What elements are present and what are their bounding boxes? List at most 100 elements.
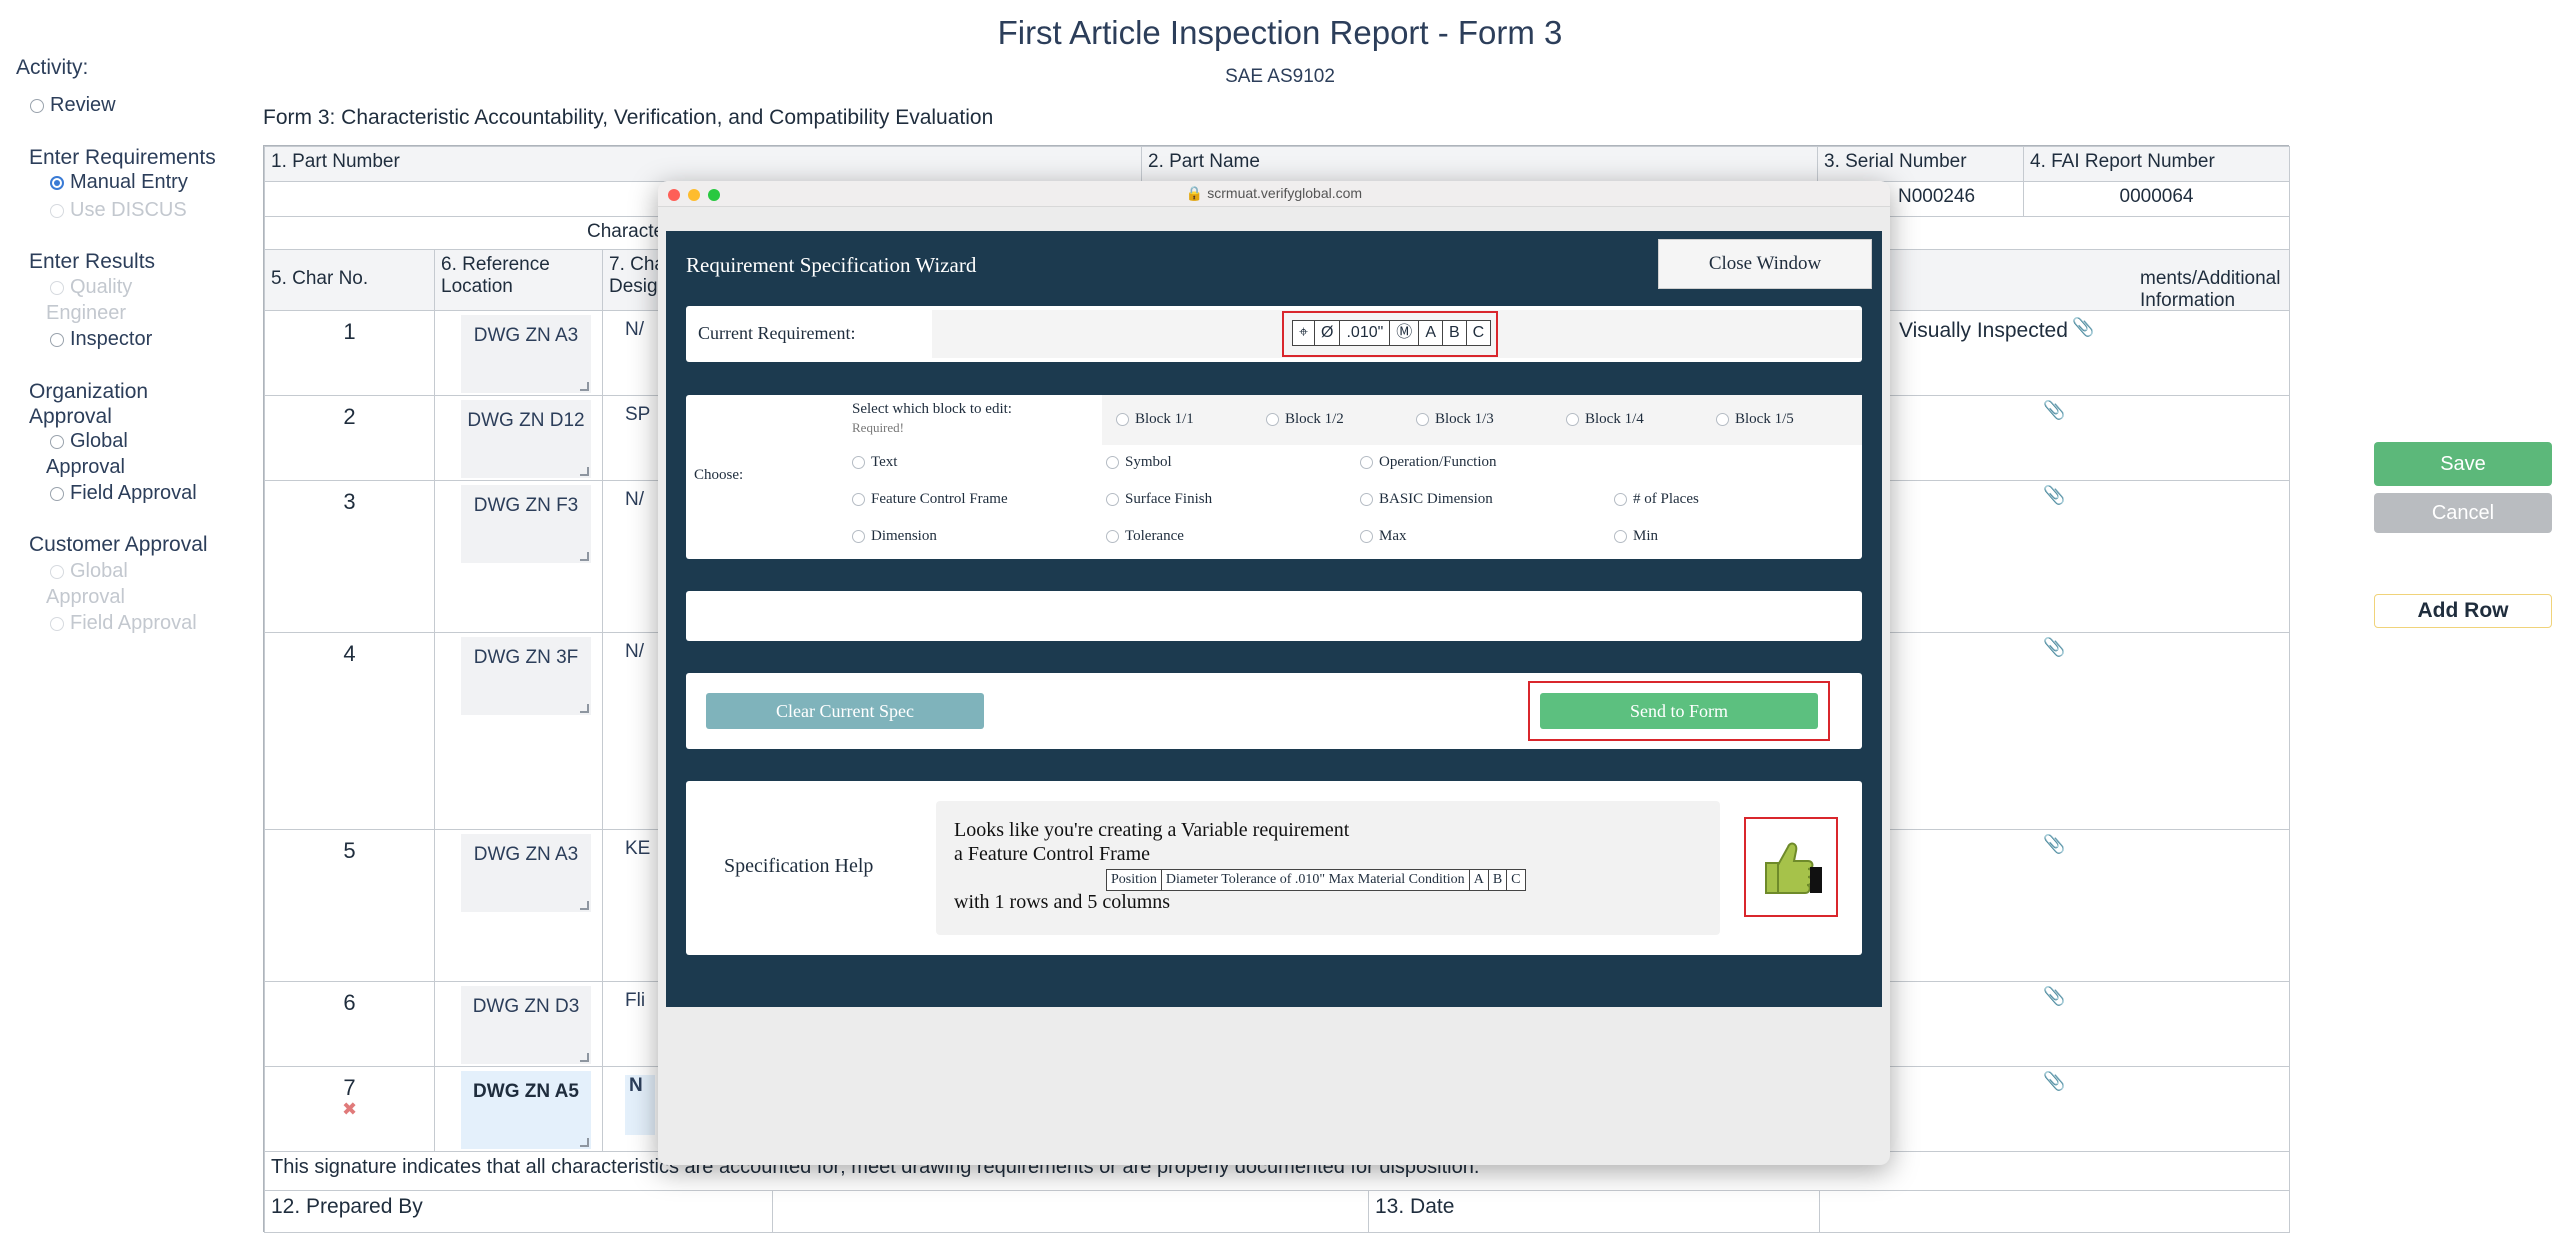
delete-row-icon[interactable]: ✖ [271,1100,428,1118]
option-number-of-places[interactable]: # of Places [1614,491,1699,508]
add-row-button[interactable]: Add Row [2374,594,2552,628]
char-designator-value: SP [625,404,651,425]
current-requirement-panel: Current Requirement: ⌖ Ø .010" Ⓜ A B C [686,306,1862,362]
inspector-option[interactable]: Inspector [50,328,152,351]
select-block-label: Select which block to edit: [852,401,1012,417]
send-to-form-button[interactable]: Send to Form [1540,693,1818,729]
review-radio[interactable] [30,98,44,113]
paperclip-icon[interactable]: 📎 [2043,637,2065,658]
option-radio[interactable] [1360,456,1373,469]
resize-handle[interactable] [580,552,589,561]
help-feature-control-frame: Position Diameter Tolerance of .010" Max… [1106,869,1526,891]
customer-approval-heading: Customer Approval [29,533,208,556]
reference-location-input[interactable]: DWG ZN A5 [461,1071,591,1149]
reference-location-input[interactable]: DWG ZN A3 [461,834,591,912]
option-radio[interactable] [1106,493,1119,506]
option-radio[interactable] [852,530,865,543]
option-radio[interactable] [1360,530,1373,543]
option-dimension[interactable]: Dimension [852,528,937,545]
resize-handle[interactable] [580,1138,589,1147]
block-radio[interactable] [1416,413,1429,426]
option-radio[interactable] [1106,530,1119,543]
close-window-button[interactable]: Close Window [1658,239,1872,289]
option-surface-finish[interactable]: Surface Finish [1106,491,1212,508]
serial-number-header: 3. Serial Number [1817,146,2024,182]
position-symbol-icon: ⌖ [1293,321,1316,345]
option-max[interactable]: Max [1360,528,1407,545]
option-min[interactable]: Min [1614,528,1658,545]
cust-global-approval-label-2: Approval [46,586,125,608]
spec-editor-area[interactable] [686,591,1862,641]
org-global-approval-option[interactable]: Global [50,430,128,453]
resize-handle[interactable] [580,382,589,391]
option-operation-function[interactable]: Operation/Function [1360,454,1496,471]
thumbs-up-icon[interactable] [1758,835,1824,899]
paperclip-icon[interactable]: 📎 [2043,400,2065,421]
org-field-approval-radio[interactable] [50,486,64,501]
comment-value: Visually Inspected [1899,319,2068,342]
paperclip-icon[interactable]: 📎 [2043,986,2065,1007]
lock-icon: 🔒 [1185,185,1204,201]
option-radio[interactable] [1614,493,1627,506]
resize-handle[interactable] [580,704,589,713]
manual-entry-option[interactable]: Manual Entry [50,171,188,194]
cust-global-approval-radio [50,564,64,579]
option-symbol[interactable]: Symbol [1106,454,1172,471]
manual-entry-radio[interactable] [50,175,64,190]
option-text[interactable]: Text [852,454,897,471]
cust-field-approval-option: Field Approval [50,612,197,635]
block-radio[interactable] [1566,413,1579,426]
choose-panel: Choose: Select which block to edit: Requ… [686,395,1862,559]
option-tolerance[interactable]: Tolerance [1106,528,1184,545]
choose-label: Choose: [694,467,744,483]
ref-cell: DWG ZN D12 [434,395,603,481]
option-radio[interactable] [852,456,865,469]
block-option[interactable]: Block 1/4 [1566,411,1644,428]
char-designator-value: Fli [625,990,646,1011]
block-option[interactable]: Block 1/1 [1116,411,1194,428]
option-radio[interactable] [1614,530,1627,543]
org-global-approval-radio[interactable] [50,434,64,449]
ref-cell: DWG ZN D3 [434,981,603,1067]
option-radio[interactable] [1360,493,1373,506]
block-option[interactable]: Block 1/2 [1266,411,1344,428]
reference-location-input[interactable]: DWG ZN D3 [461,986,591,1064]
char-no-cell: 2 [264,395,435,481]
char-no-cell: 7 ✖ [264,1066,435,1152]
block-radio[interactable] [1266,413,1279,426]
block-option[interactable]: Block 1/3 [1416,411,1494,428]
reference-location-input[interactable]: DWG ZN F3 [461,485,591,563]
resize-handle[interactable] [580,1053,589,1062]
date-label: 13. Date [1368,1190,1820,1233]
reference-location-input[interactable]: DWG ZN D12 [461,400,591,478]
specification-help-box: Looks like you're creating a Variable re… [936,801,1720,935]
cancel-button[interactable]: Cancel [2374,493,2552,533]
option-basic-dimension[interactable]: BASIC Dimension [1360,491,1493,508]
char-no-cell: 1 [264,310,435,396]
review-option[interactable]: Review [30,94,116,117]
reference-location-input[interactable]: DWG ZN 3F [461,637,591,715]
paperclip-icon[interactable]: 📎 [2043,834,2065,855]
block-radio[interactable] [1716,413,1729,426]
paperclip-icon[interactable]: 📎 [2043,1071,2065,1092]
paperclip-icon[interactable]: 📎 [2072,317,2094,338]
resize-handle[interactable] [580,467,589,476]
char-designator-input[interactable]: N [625,1075,655,1135]
save-button[interactable]: Save [2374,442,2552,486]
option-radio[interactable] [1106,456,1119,469]
page-subtitle: SAE AS9102 [1225,66,1335,87]
org-field-approval-option[interactable]: Field Approval [50,482,197,505]
block-option[interactable]: Block 1/5 [1716,411,1794,428]
reference-location-input[interactable]: DWG ZN A3 [461,315,591,393]
char-no-header: 5. Char No. [264,249,435,311]
help-line-2: a Feature Control Frame [954,843,1151,865]
resize-handle[interactable] [580,901,589,910]
block-radio[interactable] [1116,413,1129,426]
inspector-radio[interactable] [50,332,64,347]
option-radio[interactable] [852,493,865,506]
option-feature-control-frame[interactable]: Feature Control Frame [852,491,1008,508]
clear-current-spec-button[interactable]: Clear Current Spec [706,693,984,729]
paperclip-icon[interactable]: 📎 [2043,485,2065,506]
prepared-by-label: 12. Prepared By [264,1190,773,1233]
window-titlebar[interactable]: 🔒 scrmuat.verifyglobal.com [658,181,1890,207]
